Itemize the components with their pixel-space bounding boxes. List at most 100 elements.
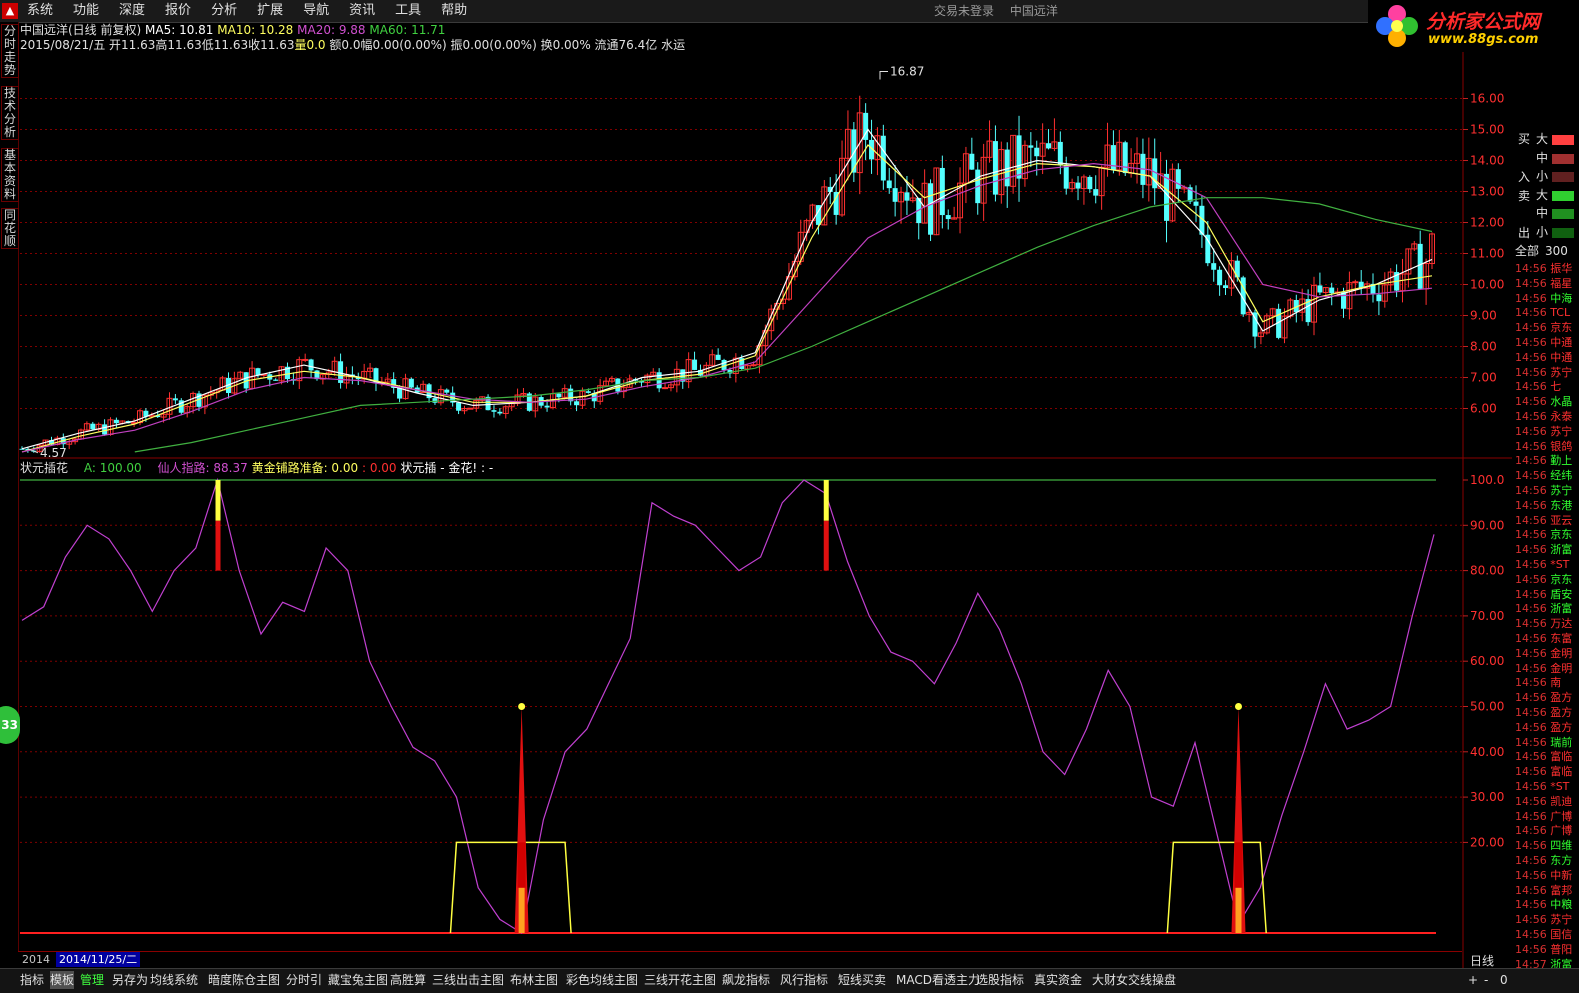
tick-stock: 京东 xyxy=(1550,321,1573,335)
size-label-5: 小 xyxy=(1536,224,1549,239)
tick-row[interactable]: 14:56 银鸽 xyxy=(1515,439,1572,454)
tick-row[interactable]: 14:56 福星 xyxy=(1515,276,1572,291)
template-tab-5[interactable]: 暗度陈仓主图 xyxy=(208,971,280,989)
candle-body-down xyxy=(444,389,450,393)
tick-row[interactable]: 14:56 中通 xyxy=(1515,335,1572,350)
template-tab-3[interactable]: 另存为 xyxy=(112,971,148,989)
total-label: 全部 xyxy=(1515,244,1540,258)
template-tab-15[interactable]: 短线买卖 xyxy=(838,971,886,989)
tick-row[interactable]: 14:56 京东 xyxy=(1515,527,1572,542)
zoom-button-0[interactable]: + xyxy=(1468,971,1478,989)
template-tab-12[interactable]: 三线开花主图 xyxy=(644,971,716,989)
tick-row[interactable]: 14:56 七 xyxy=(1515,379,1561,394)
template-tab-19[interactable]: 大财女交线操盘 xyxy=(1092,971,1176,989)
tick-row[interactable]: 14:56 京东 xyxy=(1515,572,1572,587)
template-tab-16[interactable]: MACD看透主力 xyxy=(896,971,980,989)
tick-row[interactable]: 14:56 浙富 xyxy=(1515,601,1572,616)
tick-row[interactable]: 14:56 *ST xyxy=(1515,557,1569,572)
tick-row[interactable]: 14:56 金明 xyxy=(1515,646,1572,661)
tick-row[interactable]: 14:56 广博 xyxy=(1515,823,1572,838)
tick-row[interactable]: 14:56 富邦 xyxy=(1515,883,1572,898)
tick-time: 14:56 xyxy=(1515,543,1551,557)
candle-body-down xyxy=(969,153,975,170)
tick-row[interactable]: 14:56 苏宁 xyxy=(1515,912,1572,927)
tick-row[interactable]: 14:56 振华 xyxy=(1515,261,1572,276)
tick-row[interactable]: 14:56 TCL xyxy=(1515,305,1570,320)
template-tab-0[interactable]: 指标 xyxy=(20,971,44,989)
tick-row[interactable]: 14:56 水晶 xyxy=(1515,394,1572,409)
candle-body-down xyxy=(715,354,721,360)
tick-row[interactable]: 14:56 京东 xyxy=(1515,320,1572,335)
tick-time: 14:56 xyxy=(1515,306,1551,320)
tick-row[interactable]: 14:56 国信 xyxy=(1515,927,1572,942)
size-label-4: 中 xyxy=(1536,206,1549,220)
tick-stock: 万达 xyxy=(1550,617,1573,631)
tick-stock: TCL xyxy=(1550,306,1571,320)
tick-time: 14:56 xyxy=(1515,883,1551,897)
candle-body-down xyxy=(1223,285,1229,289)
tick-row[interactable]: 14:56 盾安 xyxy=(1515,587,1572,602)
template-tab-14[interactable]: 风行指标 xyxy=(780,971,828,989)
flow-bar-2 xyxy=(1552,172,1574,182)
candle-body-down xyxy=(992,141,998,195)
candle-body-down xyxy=(497,411,503,414)
tick-row[interactable]: 14:56 东港 xyxy=(1515,498,1572,513)
tick-row[interactable]: 14:56 苏宁 xyxy=(1515,483,1572,498)
ind-axis-label: 80.00 xyxy=(1470,564,1504,578)
template-tab-9[interactable]: 三线出击主图 xyxy=(432,971,504,989)
tick-row[interactable]: 14:56 中粮 xyxy=(1515,897,1572,912)
tick-row[interactable]: 14:56 凯迪 xyxy=(1515,794,1572,809)
tick-row[interactable]: 14:56 盈方 xyxy=(1515,690,1572,705)
template-tab-18[interactable]: 真实资金 xyxy=(1034,971,1082,989)
tick-stock: 七 xyxy=(1550,380,1562,394)
tick-row[interactable]: 14:56 广博 xyxy=(1515,809,1572,824)
tick-row[interactable]: 14:56 普阳 xyxy=(1515,942,1572,957)
template-tab-13[interactable]: 飙龙指标 xyxy=(722,971,770,989)
tick-row[interactable]: 14:56 瑞前 xyxy=(1515,735,1572,750)
spike-dot xyxy=(518,703,526,710)
template-tab-6[interactable]: 分时引 xyxy=(286,971,322,989)
tick-row[interactable]: 14:56 亚云 xyxy=(1515,513,1572,528)
tick-row[interactable]: 14:56 中海 xyxy=(1515,291,1572,306)
template-tab-4[interactable]: 均线系统 xyxy=(150,971,198,989)
tick-row[interactable]: 14:56 浙富 xyxy=(1515,542,1572,557)
tick-time: 14:56 xyxy=(1515,513,1551,527)
tick-stock: 盈方 xyxy=(1550,720,1573,734)
tick-stock: 富临 xyxy=(1550,765,1573,779)
template-tab-17[interactable]: 选股指标 xyxy=(976,971,1024,989)
tick-stock: *ST xyxy=(1550,780,1570,793)
period-label[interactable]: 日线 xyxy=(1470,952,1494,969)
tick-row[interactable]: 14:56 勤上 xyxy=(1515,453,1572,468)
template-tab-11[interactable]: 彩色均线主图 xyxy=(566,971,638,989)
tick-row[interactable]: 14:56 万达 xyxy=(1515,616,1572,631)
template-tab-1[interactable]: 模板 xyxy=(50,971,75,989)
tick-row[interactable]: 14:56 四维 xyxy=(1515,838,1572,853)
tick-row[interactable]: 14:56 南 xyxy=(1515,675,1561,690)
tick-time: 14:56 xyxy=(1515,276,1551,290)
tick-row[interactable]: 14:56 中通 xyxy=(1515,350,1572,365)
template-tab-8[interactable]: 高胜算 xyxy=(390,971,426,989)
zoom-button-1[interactable]: - xyxy=(1484,971,1488,989)
zoom-button-2[interactable]: 0 xyxy=(1500,971,1508,989)
stock-chart[interactable]: 16.00 15.00 14.00 13.00 12.00 11.00 10.00 9.00 8… xyxy=(0,0,1512,968)
template-tab-2[interactable]: 管理 xyxy=(80,971,104,989)
tick-row[interactable]: 14:56 永泰 xyxy=(1515,409,1572,424)
tick-stock: 富临 xyxy=(1550,750,1573,764)
tick-row[interactable]: 14:56 *ST xyxy=(1515,779,1569,794)
tick-row[interactable]: 14:56 盈方 xyxy=(1515,705,1572,720)
tick-row[interactable]: 14:56 金明 xyxy=(1515,661,1572,676)
template-tab-10[interactable]: 布林主图 xyxy=(510,971,558,989)
tick-row[interactable]: 14:56 经纬 xyxy=(1515,468,1572,483)
tick-row[interactable]: 14:56 中新 xyxy=(1515,868,1572,883)
candle-body-down xyxy=(544,405,550,408)
tick-row[interactable]: 14:56 盈方 xyxy=(1515,720,1572,735)
tick-row[interactable]: 14:56 富临 xyxy=(1515,764,1572,779)
tick-time: 14:56 xyxy=(1515,839,1551,853)
tick-row[interactable]: 14:56 东方 xyxy=(1515,853,1572,868)
tick-row[interactable]: 14:56 苏宁 xyxy=(1515,424,1572,439)
tick-stock: 中海 xyxy=(1550,291,1573,305)
template-tab-7[interactable]: 藏宝兔主图 xyxy=(328,971,388,989)
tick-row[interactable]: 14:56 苏宁 xyxy=(1515,365,1572,380)
tick-row[interactable]: 14:56 东富 xyxy=(1515,631,1572,646)
tick-row[interactable]: 14:56 富临 xyxy=(1515,749,1572,764)
